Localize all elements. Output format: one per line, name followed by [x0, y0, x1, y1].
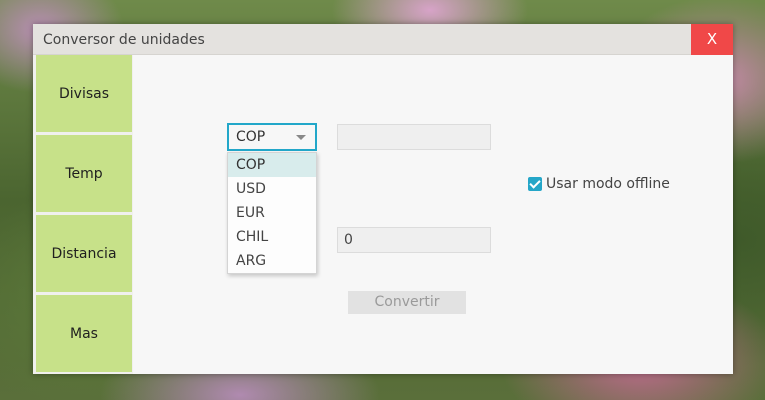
- offline-mode-toggle[interactable]: Usar modo offline: [528, 175, 670, 193]
- sidebar-item-divisas[interactable]: Divisas: [36, 55, 132, 132]
- sidebar-item-distancia[interactable]: Distancia: [36, 215, 132, 292]
- title-bar[interactable]: Conversor de unidades X: [33, 24, 733, 55]
- offline-mode-label: Usar modo offline: [546, 176, 670, 192]
- currency-select-value: COP: [236, 129, 266, 145]
- converter-window: Conversor de unidades X Divisas Temp Dis…: [33, 24, 733, 374]
- sidebar-item-temp[interactable]: Temp: [36, 135, 132, 212]
- amount-input[interactable]: [337, 124, 491, 150]
- convert-button[interactable]: Convertir: [348, 291, 466, 314]
- checkbox-checked-icon[interactable]: [528, 177, 542, 191]
- result-field[interactable]: 0: [337, 227, 491, 253]
- close-button[interactable]: X: [691, 24, 733, 55]
- dropdown-option-cop[interactable]: COP: [228, 153, 316, 177]
- window-title: Conversor de unidades: [43, 32, 205, 48]
- chevron-down-icon: [296, 135, 306, 140]
- dropdown-option-usd[interactable]: USD: [228, 177, 316, 201]
- main-content: COP COP USD EUR CHIL ARG Usar modo offli…: [133, 55, 733, 374]
- sidebar-item-mas[interactable]: Mas: [36, 295, 132, 372]
- dropdown-option-chil[interactable]: CHIL: [228, 225, 316, 249]
- currency-dropdown-list: COP USD EUR CHIL ARG: [227, 152, 317, 274]
- dropdown-option-eur[interactable]: EUR: [228, 201, 316, 225]
- sidebar: Divisas Temp Distancia Mas: [33, 55, 133, 374]
- dropdown-option-arg[interactable]: ARG: [228, 249, 316, 273]
- currency-select[interactable]: COP: [227, 123, 317, 151]
